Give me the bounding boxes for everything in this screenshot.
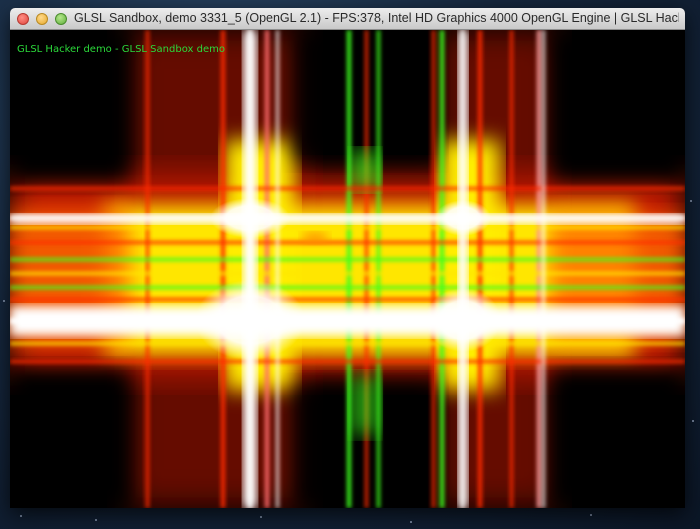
shader-render — [10, 30, 685, 508]
zoom-button[interactable] — [55, 13, 67, 25]
close-button[interactable] — [17, 13, 29, 25]
window-title: GLSL Sandbox, demo 3331_5 (OpenGL 2.1) -… — [74, 11, 679, 25]
overlay-caption: GLSL Hacker demo - GLSL Sandbox demo — [17, 44, 225, 55]
shader-viewport[interactable]: GLSL Hacker demo - GLSL Sandbox demo — [10, 30, 685, 508]
minimize-button[interactable] — [36, 13, 48, 25]
title-bar[interactable]: GLSL Sandbox, demo 3331_5 (OpenGL 2.1) -… — [10, 8, 685, 30]
app-window: GLSL Sandbox, demo 3331_5 (OpenGL 2.1) -… — [10, 8, 685, 508]
